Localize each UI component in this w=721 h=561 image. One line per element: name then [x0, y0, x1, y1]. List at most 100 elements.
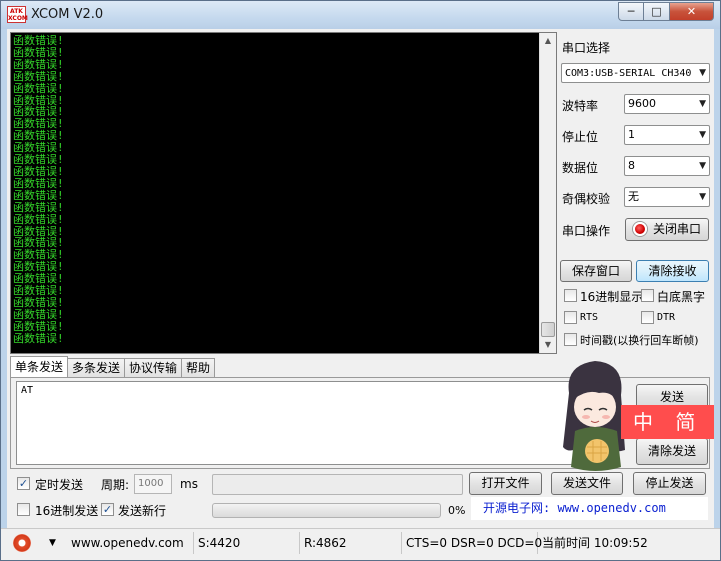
send-progress-bar: [212, 503, 441, 518]
receive-line: 函数错误!: [13, 117, 64, 131]
receive-line: 函数错误!: [13, 176, 64, 190]
send-file-button[interactable]: 发送文件: [551, 472, 623, 495]
receive-line: 函数错误!: [13, 248, 64, 262]
receive-line: 函数错误!: [13, 212, 64, 226]
status-site-link[interactable]: www.openedv.com: [67, 532, 194, 554]
baud-value: 9600: [628, 97, 656, 110]
scroll-thumb[interactable]: [541, 322, 555, 337]
scroll-up-icon[interactable]: ▲: [540, 33, 556, 49]
receive-line: 函数错误!: [13, 272, 64, 286]
receive-line: 函数错误!: [13, 57, 64, 71]
port-select[interactable]: COM3:USB-SERIAL CH340 ▼: [561, 63, 710, 83]
receive-line: 函数错误!: [13, 34, 64, 47]
clear-send-button[interactable]: 清除发送: [636, 438, 708, 465]
receive-line: 函数错误!: [13, 188, 64, 202]
port-op-label: 串口操作: [562, 224, 611, 238]
tab-help[interactable]: 帮助: [181, 358, 216, 377]
chevron-down-icon: ▼: [699, 99, 706, 109]
app-logo-icon: ATK XCOM: [7, 6, 28, 23]
receive-line: 函数错误!: [13, 129, 64, 143]
progress-text: 0%: [448, 504, 466, 517]
white-bg-checkbox[interactable]: [641, 289, 654, 302]
main-client: 函数错误! 函数错误! 函数错误! 函数错误! 函数错误! 函数错误! 函数错误! 函数错误!…: [7, 29, 714, 555]
receive-line: 函数错误!: [13, 81, 64, 95]
minimize-button[interactable]: ─: [618, 2, 644, 21]
chevron-down-icon: ▼: [699, 161, 706, 171]
maximize-button[interactable]: □: [644, 2, 670, 21]
settings-gear-icon[interactable]: [13, 534, 31, 552]
chevron-down-icon: ▼: [699, 192, 706, 202]
receive-line: 函数错误!: [13, 69, 64, 83]
receive-line: 函数错误!: [13, 295, 64, 309]
app-window: ATK XCOM XCOM V2.0 ─ □ ✕ 函数错误! 函数错误! 函数错误! 函…: [0, 0, 721, 561]
receive-line: 函数错误!: [13, 45, 64, 59]
receive-textarea[interactable]: 函数错误! 函数错误! 函数错误! 函数错误! 函数错误! 函数错误! 函数错误! 函数错误!…: [10, 32, 557, 354]
send-newline-checkbox[interactable]: ✓: [101, 503, 114, 516]
status-sent-count: S:4420: [194, 532, 300, 554]
parity-select[interactable]: 无 ▼: [624, 187, 710, 207]
baud-label: 波特率: [562, 99, 599, 113]
close-port-button[interactable]: 关闭串口: [625, 218, 709, 241]
title-bar[interactable]: ATK XCOM XCOM V2.0 ─ □ ✕: [1, 1, 720, 29]
receive-line: 函数错误!: [13, 224, 64, 238]
parity-value: 无: [628, 190, 639, 203]
send-tabs: 单条发送 多条发送 协议传输 帮助: [10, 356, 216, 378]
dtr-label: DTR: [657, 312, 676, 323]
timed-send-checkbox[interactable]: ✓: [17, 477, 30, 490]
stopbits-label: 停止位: [562, 130, 599, 144]
hex-send-checkbox[interactable]: [17, 503, 30, 516]
timed-send-label: 定时发送: [35, 478, 84, 492]
receive-line: 函数错误!: [13, 93, 64, 107]
menu-dropdown-icon[interactable]: ▼: [45, 532, 63, 554]
file-path-field[interactable]: [212, 474, 463, 495]
tab-multi-send[interactable]: 多条发送: [67, 358, 126, 377]
receive-line: 函数错误!: [13, 307, 64, 321]
parity-label: 奇偶校验: [562, 192, 611, 206]
tab-single-send[interactable]: 单条发送: [10, 356, 69, 377]
overlay-banner: 中 简 半: [621, 405, 714, 439]
scroll-down-icon[interactable]: ▼: [540, 337, 556, 353]
website-banner[interactable]: 开源电子网: www.openedv.com: [471, 497, 708, 520]
databits-label: 数据位: [562, 161, 599, 175]
receive-line: 函数错误!: [13, 164, 64, 178]
period-unit: ms: [180, 477, 198, 491]
receive-line: 函数错误!: [13, 260, 64, 274]
send-textarea[interactable]: AT ▼: [16, 381, 613, 465]
hex-display-label: 16进制显示: [580, 290, 644, 304]
send-newline-label: 发送新行: [118, 504, 167, 518]
receive-line: 函数错误!: [13, 200, 64, 214]
send-text: AT: [21, 385, 34, 396]
stopbits-select[interactable]: 1 ▼: [624, 125, 710, 145]
databits-value: 8: [628, 159, 635, 172]
receive-line: 函数错误!: [13, 319, 64, 333]
hex-display-checkbox[interactable]: [564, 289, 577, 302]
status-received-count: R:4862: [300, 532, 402, 554]
receive-line: 函数错误!: [13, 141, 64, 155]
period-input[interactable]: 1000: [134, 474, 172, 494]
open-file-button[interactable]: 打开文件: [469, 472, 542, 495]
rts-checkbox[interactable]: [564, 311, 577, 324]
databits-select[interactable]: 8 ▼: [624, 156, 710, 176]
stopbits-value: 1: [628, 128, 635, 141]
receive-line: 函数错误!: [13, 153, 64, 167]
clear-receive-button[interactable]: 清除接收: [636, 260, 709, 282]
receive-text: 函数错误! 函数错误! 函数错误! 函数错误! 函数错误! 函数错误! 函数错误! 函数错误!…: [13, 35, 533, 345]
close-button[interactable]: ✕: [670, 2, 714, 21]
stop-send-button[interactable]: 停止发送: [633, 472, 706, 495]
white-bg-label: 白底黑字: [657, 290, 706, 304]
chevron-down-icon: ▼: [699, 130, 706, 140]
receive-line: 函数错误!: [13, 331, 64, 345]
rts-label: RTS: [580, 312, 599, 323]
status-time: 当前时间 10:09:52: [542, 536, 648, 550]
save-window-button[interactable]: 保存窗口: [560, 260, 632, 282]
port-status-led-icon: [632, 222, 647, 236]
receive-line: 函数错误!: [13, 105, 64, 119]
dtr-checkbox[interactable]: [641, 311, 654, 324]
chevron-down-icon: ▼: [699, 68, 706, 78]
baud-select[interactable]: 9600 ▼: [624, 94, 710, 114]
port-select-value: COM3:USB-SERIAL CH340: [565, 68, 692, 79]
timestamp-label: 时间戳(以换行回车断帧): [580, 334, 699, 347]
receive-scrollbar[interactable]: ▲ ▼: [539, 33, 556, 353]
tab-protocol[interactable]: 协议传输: [124, 358, 183, 377]
timestamp-checkbox[interactable]: [564, 333, 577, 346]
